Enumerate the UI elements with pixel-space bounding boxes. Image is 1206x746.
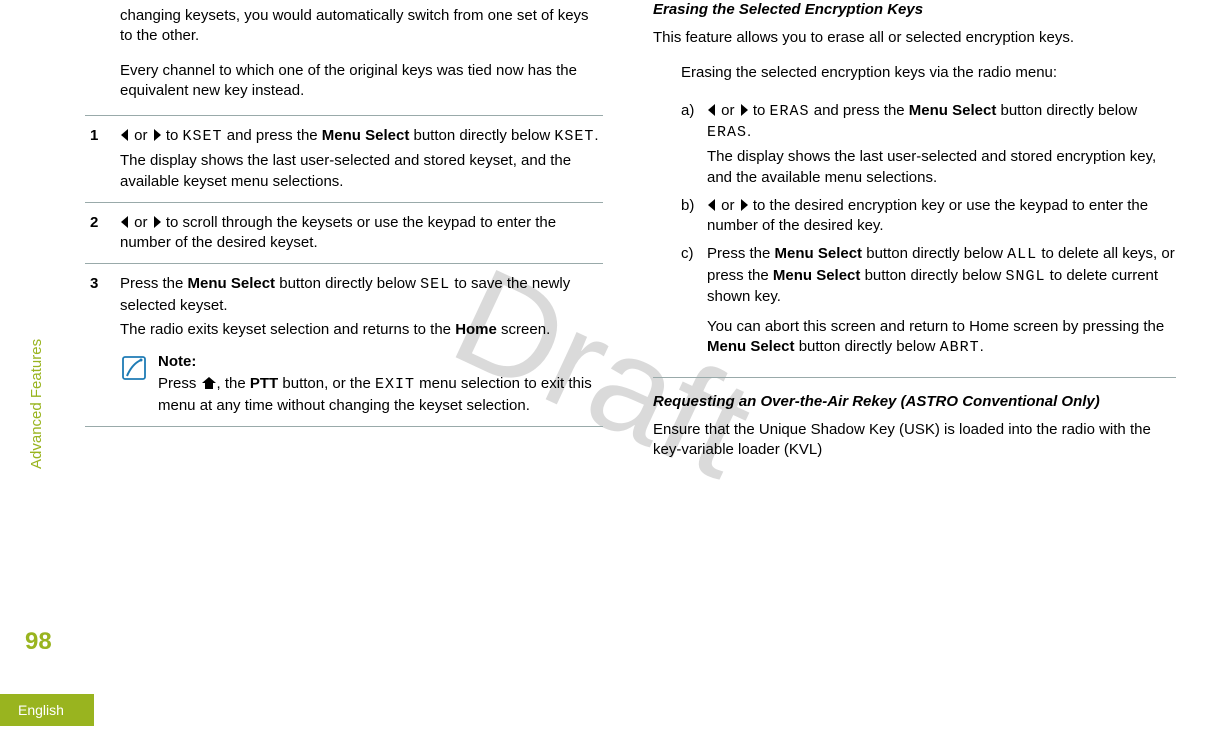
left-arrow-icon <box>707 197 717 214</box>
substep-c: c) Press the Menu Select button directly… <box>681 240 1176 362</box>
c-p2b: button directly below <box>795 338 940 355</box>
right-intro: Erasing the selected encryption keys via… <box>681 63 1176 83</box>
note-content: Note: Press , the PTT button, or the EXI… <box>158 352 603 416</box>
step-3: 3 Press the Menu Select button directly … <box>85 263 603 427</box>
home-icon <box>201 375 217 392</box>
kset-label-2: KSET <box>554 128 594 145</box>
home-bold: Home <box>455 321 497 338</box>
menu-select-bold-3: Menu Select <box>707 338 795 355</box>
right-arrow-icon <box>739 102 749 119</box>
heading-rekey: Requesting an Over-the-Air Rekey (ASTRO … <box>653 392 1176 412</box>
menu-select-bold: Menu Select <box>909 102 997 119</box>
eras-label-2: ERAS <box>707 124 747 141</box>
step3-t1: Press the <box>120 275 188 292</box>
note-t2: , the <box>217 375 250 392</box>
note-title: Note: <box>158 352 603 372</box>
left-intro-2: Every channel to which one of the origin… <box>120 61 603 102</box>
content-columns: changing keysets, you would automaticall… <box>80 0 1206 746</box>
step2-text: to scroll through the keysets or use the… <box>120 214 556 251</box>
ptt-bold: PTT <box>250 375 278 392</box>
menu-select-bold: Menu Select <box>188 275 276 292</box>
step-number: 2 <box>90 213 98 233</box>
step1-mid2: and press the <box>223 127 322 144</box>
right-column: Erasing the Selected Encryption Keys Thi… <box>653 0 1176 746</box>
substep-a: a) or to ERAS and press the Menu Select … <box>681 97 1176 192</box>
right-arrow-icon <box>152 127 162 144</box>
left-arrow-icon <box>120 214 130 231</box>
note-box: Note: Press , the PTT button, or the EXI… <box>120 352 603 416</box>
a-line2: The display shows the last user-selected… <box>707 147 1176 188</box>
menu-select-bold: Menu Select <box>775 245 863 262</box>
abrt-label: ABRT <box>940 339 980 356</box>
step-number: 1 <box>90 126 98 146</box>
eras-label: ERAS <box>770 103 810 120</box>
c-t2: button directly below <box>862 245 1007 262</box>
substeps: a) or to ERAS and press the Menu Select … <box>681 97 1176 363</box>
note-t1: Press <box>158 375 201 392</box>
section-label: Advanced Features <box>28 339 45 469</box>
left-intro-1: changing keysets, you would automaticall… <box>120 6 603 47</box>
c-p2a: You can abort this screen and return to … <box>707 318 1164 335</box>
right-para2: Ensure that the Unique Shadow Key (USK) … <box>653 420 1176 461</box>
step1-mid3: button directly below <box>409 127 554 144</box>
step1-line2: The display shows the last user-selected… <box>120 151 603 192</box>
heading-erasing: Erasing the Selected Encryption Keys <box>653 0 1176 20</box>
menu-select-bold-2: Menu Select <box>773 267 861 284</box>
step2-pre: or <box>130 214 152 231</box>
b-text: to the desired encryption key or use the… <box>707 197 1148 234</box>
a-pre: or <box>717 102 739 119</box>
c-t1: Press the <box>707 245 775 262</box>
note-icon <box>120 354 148 388</box>
step1-mid1: to <box>162 127 183 144</box>
step3-line2: The radio exits keyset selection and ret… <box>120 320 603 340</box>
c-t4: button directly below <box>860 267 1005 284</box>
sel-label: SEL <box>420 276 450 293</box>
page: Advanced Features 98 English changing ke… <box>0 0 1206 746</box>
language-badge: English <box>0 694 94 726</box>
a-mid3: button directly below <box>996 102 1137 119</box>
step-1: 1 or to KSET and press the Menu Select b… <box>85 115 603 202</box>
note-t3: button, or the <box>278 375 375 392</box>
divider <box>653 377 1176 378</box>
note-text: Press , the PTT button, or the EXIT menu… <box>158 374 603 416</box>
left-arrow-icon <box>120 127 130 144</box>
a-end: . <box>747 123 751 140</box>
c-p2: You can abort this screen and return to … <box>707 317 1176 359</box>
sidebar: Advanced Features 98 English <box>0 0 80 746</box>
letter-a: a) <box>681 101 694 121</box>
substep-b: b) or to the desired encryption key or u… <box>681 192 1176 241</box>
step-number: 3 <box>90 274 98 294</box>
right-para1: This feature allows you to erase all or … <box>653 28 1176 48</box>
kset-label: KSET <box>183 128 223 145</box>
exit-label: EXIT <box>375 376 415 393</box>
b-pre: or <box>717 197 739 214</box>
left-arrow-icon <box>707 102 717 119</box>
right-arrow-icon <box>739 197 749 214</box>
letter-c: c) <box>681 244 694 264</box>
menu-select-bold: Menu Select <box>322 127 410 144</box>
all-label: ALL <box>1007 246 1037 263</box>
page-number: 98 <box>25 628 52 656</box>
right-arrow-icon <box>152 214 162 231</box>
a-mid1: to <box>749 102 770 119</box>
sngl-label: SNGL <box>1005 268 1045 285</box>
step1-pre: or <box>130 127 152 144</box>
a-mid2: and press the <box>810 102 909 119</box>
left-column: changing keysets, you would automaticall… <box>80 0 603 746</box>
steps-list: 1 or to KSET and press the Menu Select b… <box>85 115 603 427</box>
step3-t2: button directly below <box>275 275 420 292</box>
step1-end: . <box>594 127 598 144</box>
c-p2c: . <box>980 338 984 355</box>
letter-b: b) <box>681 196 694 216</box>
step3-line2a: The radio exits keyset selection and ret… <box>120 321 455 338</box>
step3-line2b: screen. <box>497 321 550 338</box>
step-2: 2 or to scroll through the keysets or us… <box>85 202 603 264</box>
